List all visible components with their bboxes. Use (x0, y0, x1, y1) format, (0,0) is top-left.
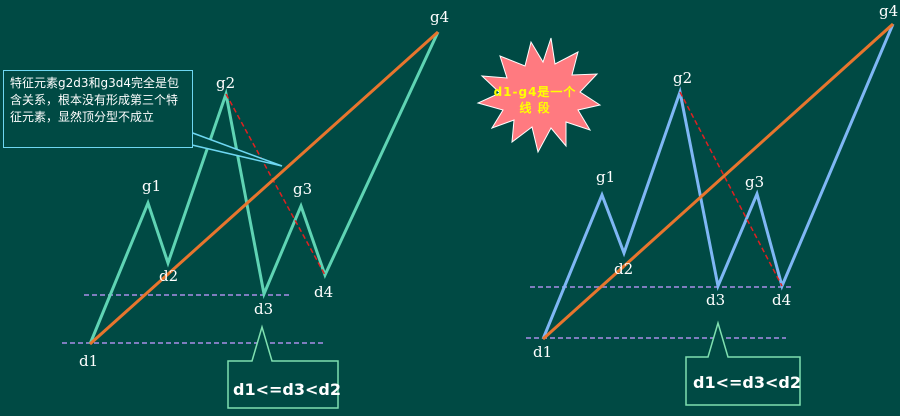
right-label-g3: g3 (745, 173, 764, 191)
right-label-g1: g1 (596, 168, 615, 186)
right-label-g4: g4 (879, 2, 898, 20)
right-label-d2: d2 (614, 260, 633, 278)
left-label-g4: g4 (430, 8, 449, 26)
left-label-d4: d4 (314, 283, 333, 301)
left-label-g2: g2 (216, 74, 235, 92)
right-condition-text: d1<=d3<d2 (693, 373, 801, 392)
left-diagram: g4 g2 g1 g3 d2 d3 d4 d1 (62, 8, 449, 409)
left-label-g1: g1 (142, 177, 161, 195)
right-label-d1: d1 (533, 343, 552, 361)
right-label-d3: d3 (706, 291, 725, 309)
chan-theory-diagram: g4 g2 g1 g3 d2 d3 d4 d1 g4 g2 g1 g3 d2 d… (0, 0, 900, 411)
right-label-d4: d4 (772, 291, 791, 309)
left-condition-text: d1<=d3<d2 (233, 380, 341, 399)
left-label-g3: g3 (293, 180, 312, 198)
left-label-d3: d3 (254, 300, 273, 318)
left-note-text: 特征元素g2d3和g3d4完全是包含关系，根本没有形成第三个特征元素，显然顶分型… (10, 76, 180, 124)
right-condition-callout (685, 320, 801, 406)
left-label-d2: d2 (159, 267, 178, 285)
left-label-d1: d1 (79, 352, 98, 370)
left-note-box: 特征元素g2d3和g3d4完全是包含关系，根本没有形成第三个特征元素，显然顶分型… (3, 70, 193, 148)
star-note-text: d1-g4是一个 线 段 (493, 85, 577, 115)
right-diagram: g4 g2 g1 g3 d2 d3 d4 d1 (526, 2, 898, 406)
right-label-g2: g2 (673, 69, 692, 87)
diagram-canvas: g4 g2 g1 g3 d2 d3 d4 d1 g4 g2 g1 g3 d2 d… (62, 2, 898, 409)
